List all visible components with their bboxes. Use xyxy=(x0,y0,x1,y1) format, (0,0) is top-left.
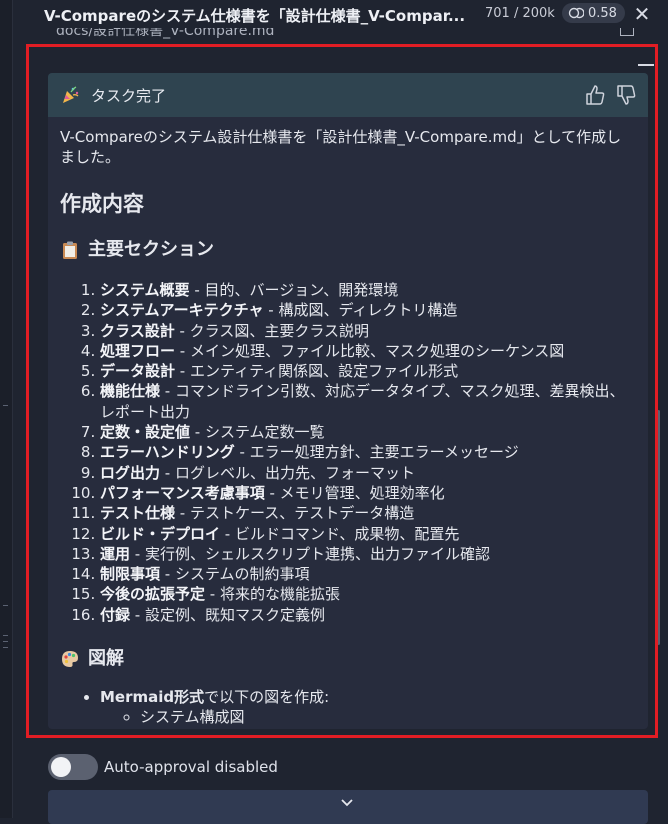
cost-value: 0.58 xyxy=(588,5,617,21)
task-title[interactable]: V-Compareのシステム仕様書を「設計仕様書_V-Compar... xyxy=(44,5,484,26)
left-gutter xyxy=(0,0,13,818)
coins-icon xyxy=(568,7,584,19)
file-path: docs/設計仕様書_V-Compare.md xyxy=(56,28,275,39)
gutter-mark xyxy=(3,635,8,636)
open-file-icon[interactable] xyxy=(620,28,634,36)
close-icon[interactable]: ✕ xyxy=(632,2,652,26)
highlight-frame xyxy=(26,44,658,738)
gutter-mark xyxy=(3,641,8,642)
gutter-mark xyxy=(3,647,8,648)
cost-badge: 0.58 xyxy=(562,3,625,23)
auto-approval-toggle[interactable] xyxy=(48,754,98,780)
toggle-knob xyxy=(51,757,71,777)
gutter-mark xyxy=(3,605,8,606)
expand-button[interactable] xyxy=(48,790,648,824)
chevron-down-icon xyxy=(341,799,353,807)
token-count: 701 / 200k xyxy=(485,6,555,21)
auto-approval-label: Auto-approval disabled xyxy=(104,758,278,776)
auto-approval-row[interactable]: Auto-approval disabled xyxy=(48,754,278,780)
task-header[interactable]: V-Compareのシステム仕様書を「設計仕様書_V-Compar... 701… xyxy=(30,0,668,30)
gutter-mark xyxy=(3,405,8,406)
